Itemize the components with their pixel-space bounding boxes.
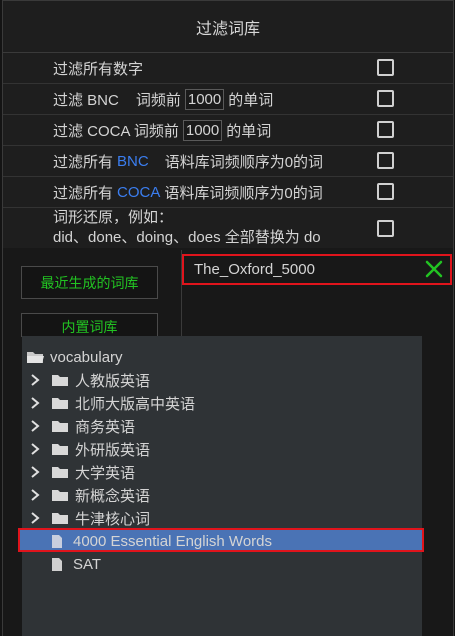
- filter-bnc-zero-checkbox[interactable]: [377, 152, 394, 169]
- filter-option-bnc-top[interactable]: 过滤 BNC 词频前 1000 的单词: [3, 84, 453, 115]
- tree-folder-label: 外研版英语: [75, 441, 151, 459]
- lemmatize-line1: 词形还原，例如：: [53, 209, 174, 226]
- tree-file[interactable]: SAT: [51, 553, 101, 575]
- filter-option-label: 过滤所有数字: [53, 60, 144, 78]
- chevron-right-icon[interactable]: [28, 465, 42, 479]
- chevron-right-icon[interactable]: [28, 442, 42, 456]
- tree-folder-label: 人教版英语: [75, 372, 151, 390]
- tree-folder-label: 大学英语: [75, 464, 136, 482]
- open-folder-icon: [27, 352, 44, 363]
- tree-folder-label: 牛津核心词: [75, 510, 151, 528]
- filter-bnc-prefix: 过滤 BNC: [53, 91, 119, 109]
- tree-folder[interactable]: 北师大版高中英语: [28, 392, 195, 414]
- coca-frequency-input[interactable]: 1000: [182, 119, 223, 141]
- filter-option-label: 词形还原，例如： did、done、doing、does 全部替换为 do: [53, 203, 321, 253]
- tree-folder-label: 商务英语: [75, 418, 136, 436]
- tree-root-label: vocabulary: [50, 348, 123, 366]
- folder-icon: [52, 421, 68, 432]
- chevron-right-icon[interactable]: [28, 511, 42, 525]
- filter-coca-suffix: 的单词: [226, 122, 272, 140]
- builtin-libraries-button[interactable]: 内置词库: [21, 313, 158, 337]
- tree-folder[interactable]: 新概念英语: [28, 484, 150, 506]
- folder-icon: [52, 398, 68, 409]
- filter-coca-zero-checkbox[interactable]: [377, 183, 394, 200]
- folder-icon: [52, 490, 68, 501]
- selected-library-name: The_Oxford_5000: [194, 261, 315, 278]
- filter-digits-checkbox[interactable]: [377, 59, 394, 76]
- chevron-right-icon[interactable]: [28, 488, 42, 502]
- filter-bnc-zero-suffix: 语料库词频顺序为0的词: [164, 153, 324, 171]
- tree-file-label: SAT: [73, 555, 102, 573]
- bnc-corpus-name: BNC: [117, 152, 149, 170]
- filter-option-label: 过滤 BNC 词频前 1000 的单词: [53, 84, 273, 114]
- lemmatize-line2: did、done、doing、does 全部替换为 do: [53, 229, 321, 246]
- tree-folder-label: 北师大版高中英语: [75, 395, 196, 413]
- filter-bnc-suffix: 的单词: [228, 91, 274, 109]
- filter-bnc-top-checkbox[interactable]: [377, 90, 394, 107]
- selected-library-entry[interactable]: The_Oxford_5000: [182, 254, 452, 285]
- chevron-right-icon[interactable]: [28, 373, 42, 387]
- folder-icon: [52, 467, 68, 478]
- folder-icon: [52, 444, 68, 455]
- tree-file-label: 4000 Essential English Words: [73, 532, 272, 550]
- recent-libraries-button[interactable]: 最近生成的词库: [21, 266, 158, 299]
- filter-option-bnc-zero[interactable]: 过滤所有 BNC 语料库词频顺序为0的词: [3, 146, 453, 177]
- filter-coca-prefix: 过滤 COCA 词频前: [53, 122, 179, 140]
- chevron-right-icon[interactable]: [28, 419, 42, 433]
- filter-option-digits[interactable]: 过滤所有数字: [3, 53, 453, 84]
- filter-coca-zero-prefix: 过滤所有: [53, 184, 114, 202]
- filter-option-coca-top[interactable]: 过滤 COCA 词频前 1000 的单词: [3, 115, 453, 146]
- filter-option-lemmatize[interactable]: 词形还原，例如： did、done、doing、does 全部替换为 do: [3, 208, 453, 248]
- filter-option-label: 过滤 COCA 词频前 1000 的单词: [53, 115, 271, 145]
- filter-panel-title: 过滤词库: [3, 0, 453, 53]
- chevron-right-icon[interactable]: [28, 396, 42, 410]
- file-icon: [52, 557, 62, 571]
- tree-folder[interactable]: 牛津核心词: [28, 507, 150, 529]
- tree-folder[interactable]: 人教版英语: [28, 369, 150, 391]
- folder-icon: [52, 375, 68, 386]
- filter-lemmatize-checkbox[interactable]: [377, 220, 394, 237]
- tree-folder[interactable]: 外研版英语: [28, 438, 150, 460]
- filter-option-label: 过滤所有 BNC 语料库词频顺序为0的词: [53, 146, 323, 176]
- tree-file-selected[interactable]: 4000 Essential English Words: [51, 530, 272, 552]
- coca-corpus-name: COCA: [117, 183, 161, 201]
- folder-icon: [52, 513, 68, 524]
- filter-panel: 过滤词库 过滤所有数字 过滤 BNC 词频前 1000 的单词 过滤 COCA 词频前…: [2, 0, 454, 248]
- bnc-frequency-input[interactable]: 1000: [184, 88, 225, 110]
- filter-coca-zero-suffix: 语料库词频顺序为0的词: [164, 184, 323, 202]
- tree-folder[interactable]: 商务英语: [28, 415, 135, 437]
- tree-root-vocabulary[interactable]: vocabulary: [26, 346, 123, 368]
- tree-folder[interactable]: 大学英语: [28, 461, 135, 483]
- filter-bnc-zero-prefix: 过滤所有: [53, 153, 114, 171]
- filter-coca-top-checkbox[interactable]: [377, 121, 394, 138]
- file-icon: [52, 534, 62, 548]
- tree-folder-label: 新概念英语: [75, 487, 151, 505]
- close-x-icon[interactable]: [424, 259, 444, 279]
- filter-bnc-mid: 词频前: [135, 91, 181, 109]
